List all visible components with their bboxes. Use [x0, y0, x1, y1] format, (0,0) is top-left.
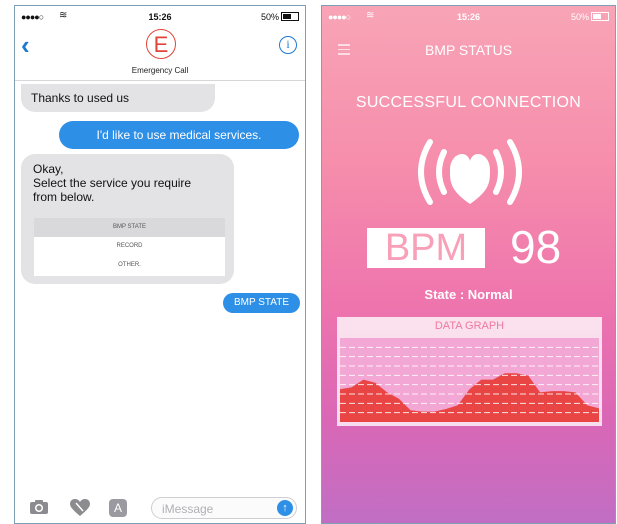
status-time: 15:26: [456, 12, 481, 22]
screen-title: BMP STATUS: [424, 42, 513, 58]
contact-avatar[interactable]: E: [146, 29, 176, 59]
data-graph: [340, 338, 599, 422]
info-button[interactable]: i: [279, 36, 297, 54]
heart-state: State : Normal: [424, 287, 513, 302]
messages-screen: ●●●●○ ≋ 15:26 50% ‹ E Emergency Call i T…: [14, 5, 306, 524]
digital-touch-icon[interactable]: [69, 499, 91, 522]
bpm-status-screen: ●●●●○ ≋ 15:26 50% BMP STATUS SUCCESSFUL …: [321, 5, 616, 524]
connection-status: SUCCESSFUL CONNECTION: [355, 94, 582, 111]
camera-icon[interactable]: [29, 499, 49, 520]
battery-indicator: 50%: [261, 12, 299, 22]
nav-divider: [15, 80, 305, 81]
bpm-value: 98: [510, 221, 562, 273]
battery-percent: 50%: [260, 12, 279, 22]
message-line: from below.: [33, 190, 95, 204]
message-line: Select the service you require: [33, 176, 192, 190]
data-graph-panel: DATA GRAPH: [337, 317, 602, 426]
bpm-label: BPM: [367, 228, 485, 268]
message-line: Okay,: [33, 162, 64, 176]
imessage-input[interactable]: iMessage ↑: [151, 497, 297, 519]
incoming-message: Okay, Select the service you require fro…: [21, 154, 234, 284]
outgoing-message: I'd like to use medical services.: [59, 121, 299, 149]
app-store-icon[interactable]: A: [109, 499, 127, 517]
option-other[interactable]: OTHER.: [34, 256, 225, 275]
status-time: 15:26: [148, 12, 172, 22]
incoming-message: Thanks to used us: [21, 84, 215, 112]
status-bar: ●●●●○ ≋ 15:26 50%: [328, 10, 609, 24]
option-record[interactable]: RECORD: [34, 237, 225, 256]
service-options: BMP STATE RECORD OTHER.: [34, 218, 225, 276]
message-toolbar: A iMessage ↑: [15, 493, 305, 523]
heartbeat-icon: [418, 139, 522, 205]
back-button[interactable]: ‹: [21, 30, 30, 61]
graph-title: DATA GRAPH: [434, 320, 505, 332]
battery-icon: [281, 12, 299, 21]
battery-icon: [591, 12, 609, 21]
contact-name: Emergency Call: [131, 66, 189, 75]
input-placeholder: iMessage: [162, 502, 214, 516]
outgoing-message: BMP STATE: [223, 293, 300, 313]
battery-percent: 50%: [570, 12, 589, 22]
battery-indicator: 50%: [571, 12, 609, 22]
option-bmp-state[interactable]: BMP STATE: [34, 218, 225, 237]
status-bar: ●●●●○ ≋ 15:26 50%: [21, 10, 299, 24]
send-button[interactable]: ↑: [277, 500, 293, 516]
